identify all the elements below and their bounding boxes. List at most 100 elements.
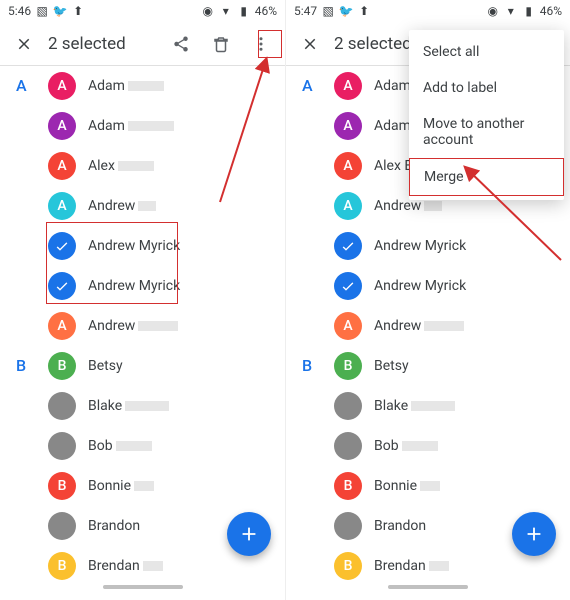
contact-name: Bonnie [88, 478, 131, 494]
avatar[interactable] [48, 512, 76, 540]
contact-name: Adam [374, 78, 411, 94]
avatar[interactable]: A [334, 152, 362, 180]
redacted-text [128, 121, 174, 131]
contact-row[interactable]: Andrew Myrick [0, 226, 285, 266]
avatar[interactable] [48, 432, 76, 460]
check-icon[interactable] [334, 232, 362, 260]
contact-row[interactable]: Blake [0, 386, 285, 426]
section-letter: B [302, 356, 312, 375]
contact-row[interactable]: Andrew Myrick [0, 266, 285, 306]
avatar[interactable]: A [334, 312, 362, 340]
contact-name: Adam [88, 118, 125, 134]
screenshot-right: 5:47 ▧ 🐦 ⬆ ◉ ▾ ▮ 46% 2 selected AAAdamAA… [285, 0, 570, 600]
contact-row[interactable]: Blake [286, 386, 570, 426]
home-indicator[interactable] [103, 585, 183, 589]
status-battery: 46% [540, 4, 562, 18]
contact-row[interactable]: A Andrew [286, 306, 570, 346]
contact-list[interactable]: AAAdamAAdamAAlexAAndrewAndrew MyrickAndr… [0, 66, 285, 586]
close-button[interactable] [8, 28, 40, 60]
menu-item-select-all[interactable]: Select all [409, 34, 564, 70]
avatar[interactable]: A [48, 312, 76, 340]
contact-name: Bob [88, 438, 113, 454]
section-letter: A [302, 76, 313, 95]
share-button[interactable] [165, 28, 197, 60]
close-button[interactable] [294, 28, 326, 60]
avatar[interactable]: A [48, 192, 76, 220]
contact-row[interactable]: Andrew Myrick [286, 266, 570, 306]
contact-name: Betsy [374, 358, 409, 374]
contact-row[interactable]: AAndrew [0, 306, 285, 346]
fab-add-button[interactable] [227, 512, 271, 556]
contact-row[interactable]: Andrew Myrick [286, 226, 570, 266]
contact-name: Alex [88, 158, 115, 174]
contact-row[interactable]: A A Adam [0, 66, 285, 106]
avatar[interactable]: B [334, 352, 362, 380]
contact-name: Brandon [88, 518, 140, 534]
section-letter: A [16, 76, 27, 95]
contact-name: Brendan [374, 558, 426, 574]
menu-item-move-to-another-account[interactable]: Move to another account [409, 106, 564, 158]
contact-name: Bonnie [374, 478, 417, 494]
contact-row[interactable]: AAndrew [0, 186, 285, 226]
more-button[interactable] [245, 28, 277, 60]
contact-name: Blake [88, 398, 122, 414]
screenshot-left: 5:46 ▧ 🐦 ⬆ ◉ ▾ ▮ 46% 2 selected AAAdamAA… [0, 0, 285, 600]
selection-count: 2 selected [48, 34, 157, 54]
upload-icon: ⬆ [71, 4, 85, 18]
redacted-text [429, 561, 449, 571]
menu-item-add-to-label[interactable]: Add to label [409, 70, 564, 106]
eye-icon: ◉ [201, 4, 215, 18]
contact-name: Bob [374, 438, 399, 454]
wifi-icon: ▾ [504, 4, 518, 18]
redacted-text [424, 201, 442, 211]
menu-item-merge[interactable]: Merge [409, 158, 564, 196]
fab-add-button[interactable] [512, 512, 556, 556]
redacted-text [402, 441, 438, 451]
status-battery: 46% [255, 4, 277, 18]
contact-row[interactable]: A Alex [0, 146, 285, 186]
contact-name: Andrew Myrick [88, 238, 180, 254]
check-icon[interactable] [48, 272, 76, 300]
status-bar: 5:47 ▧ 🐦 ⬆ ◉ ▾ ▮ 46% [286, 0, 570, 22]
contact-row[interactable]: B Bonnie [286, 466, 570, 506]
avatar[interactable] [334, 392, 362, 420]
avatar[interactable]: B [48, 472, 76, 500]
contact-row[interactable]: Bob [286, 426, 570, 466]
redacted-text [138, 321, 178, 331]
redacted-text [420, 481, 440, 491]
home-indicator[interactable] [388, 585, 468, 589]
avatar[interactable]: A [334, 192, 362, 220]
status-time: 5:46 [8, 4, 31, 18]
wifi-icon: ▾ [219, 4, 233, 18]
contact-row[interactable]: A Adam [0, 106, 285, 146]
avatar[interactable]: A [48, 152, 76, 180]
contact-name: Brendan [88, 558, 140, 574]
battery-icon: ▮ [522, 4, 536, 18]
check-icon[interactable] [334, 272, 362, 300]
avatar[interactable]: A [48, 112, 76, 140]
contact-name: Betsy [88, 358, 123, 374]
contact-name: Adam [88, 78, 125, 94]
redacted-text [118, 161, 154, 171]
avatar[interactable]: A [48, 72, 76, 100]
contact-name: Brandon [374, 518, 426, 534]
nav-bar [0, 574, 285, 600]
contact-row[interactable]: Bob [0, 426, 285, 466]
contact-row[interactable]: B Bonnie [0, 466, 285, 506]
avatar[interactable] [48, 392, 76, 420]
avatar[interactable]: B [48, 352, 76, 380]
contact-name: Blake [374, 398, 408, 414]
avatar[interactable] [334, 512, 362, 540]
avatar[interactable]: A [334, 112, 362, 140]
contact-row[interactable]: B B Betsy [0, 346, 285, 386]
contact-name: Andrew [374, 318, 421, 334]
avatar[interactable]: B [334, 472, 362, 500]
section-letter: B [16, 356, 26, 375]
check-icon[interactable] [48, 232, 76, 260]
contact-row[interactable]: B B Betsy [286, 346, 570, 386]
eye-icon: ◉ [486, 4, 500, 18]
avatar[interactable] [334, 432, 362, 460]
avatar[interactable]: A [334, 72, 362, 100]
delete-button[interactable] [205, 28, 237, 60]
contact-name: Andrew Myrick [374, 278, 466, 294]
